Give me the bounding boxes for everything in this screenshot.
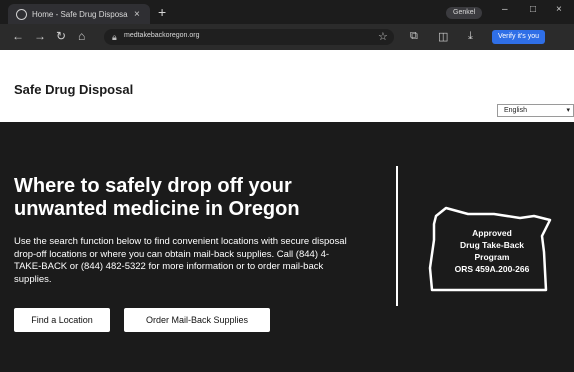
badge-line-4: ORS 459A.200-266 [455, 264, 530, 274]
badge-line-1: Approved [472, 228, 512, 238]
split-screen-icon[interactable]: ◫ [438, 30, 448, 43]
lock-icon[interactable]: 🔒︎ [112, 32, 117, 43]
verify-button[interactable]: Verify it's you [492, 30, 546, 44]
star-icon[interactable]: ☆ [378, 30, 388, 43]
download-icon[interactable]: ⤓ [468, 30, 473, 43]
window-close-button[interactable]: × [556, 4, 562, 15]
hero-divider [396, 166, 398, 306]
hero-description: Use the search function below to find co… [14, 236, 347, 285]
arrow-right-icon[interactable]: → [34, 29, 46, 43]
oregon-program-badge: Approved Drug Take-Back Program ORS 459A… [428, 206, 552, 292]
language-selected: English [504, 107, 527, 114]
language-select[interactable]: English ▾ [497, 104, 574, 117]
maximize-button[interactable]: □ [530, 4, 536, 15]
puzzle-icon[interactable]: ⧉ [410, 30, 418, 43]
home-icon[interactable]: ⌂ [78, 29, 85, 43]
arrow-left-icon[interactable]: ← [12, 29, 24, 43]
url-text: medtakebackoregon.org [124, 32, 200, 39]
hero-heading: Where to safely drop off your unwanted m… [14, 175, 300, 220]
favicon-icon [16, 8, 27, 20]
browser-tab[interactable]: Home - Safe Drug Disposal × [8, 4, 150, 24]
chevron-down-icon: ▾ [566, 107, 570, 114]
hero-section: Where to safely drop off your unwanted m… [0, 122, 574, 372]
profile-badge[interactable]: Genkel [446, 7, 483, 19]
browser-tab-bar: Home - Safe Drug Disposal × + Genkel – □… [0, 0, 574, 24]
new-tab-button[interactable]: + [158, 4, 166, 20]
reload-icon[interactable]: ↻ [56, 29, 66, 43]
minimize-button[interactable]: – [502, 4, 508, 15]
address-bar[interactable]: 🔒︎ medtakebackoregon.org [104, 29, 394, 45]
badge-line-3: Program [475, 252, 510, 262]
browser-toolbar: ← → ↻ ⌂ 🔒︎ medtakebackoregon.org ☆ ⧉ ◫ ⤓… [0, 24, 574, 50]
order-mail-back-button[interactable]: Order Mail-Back Supplies [124, 308, 270, 332]
badge-line-2: Drug Take-Back [460, 240, 524, 250]
site-title[interactable]: Safe Drug Disposal [14, 82, 133, 97]
tab-title: Home - Safe Drug Disposal [32, 9, 128, 19]
find-location-button[interactable]: Find a Location [14, 308, 110, 332]
close-tab-icon[interactable]: × [134, 9, 140, 20]
